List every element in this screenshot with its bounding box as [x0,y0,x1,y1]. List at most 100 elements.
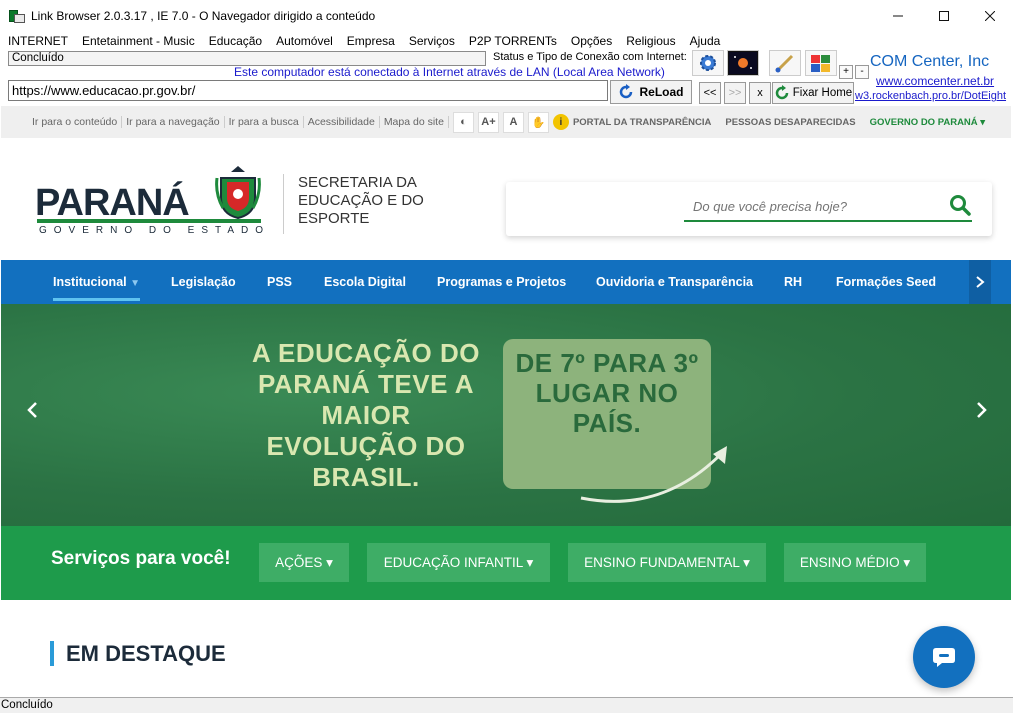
sitemap-link[interactable]: Mapa do site [380,116,449,128]
search-icon[interactable] [949,194,971,216]
site-header: PARANÁ GOVERNO DO ESTADO SECRETARIA DA E… [1,138,1011,260]
chevron-right-icon [976,276,985,288]
services-medio-label: ENSINO MÉDIO [799,555,900,570]
banner-arrow-icon [580,446,727,503]
menu-item-educacao[interactable]: Educação [209,34,262,48]
close-icon [985,10,995,21]
connection-status-title: Status e Tipo de Conexão com Internet: [493,51,687,63]
nav-item-institucional-label: Institucional [53,275,127,289]
menu-item-internet[interactable]: INTERNET [8,34,68,48]
nav-item-rh[interactable]: RH [784,260,802,304]
nav-item-institucional[interactable]: Institucional ▼ [53,260,141,304]
app-icon [9,8,25,24]
brand-secondary-link[interactable]: w3.rockenbach.pro.br/DotEight [855,90,1006,102]
fix-home-button[interactable]: Fixar Home [772,82,854,104]
zoom-out-button[interactable]: - [855,65,869,79]
contrast-icon[interactable]: ◐ [452,111,474,133]
menu-bar: INTERNET Entetainment - Music Educação A… [0,31,720,50]
accessibility-link[interactable]: Acessibilidade [304,116,380,128]
carousel-next-icon[interactable] [971,400,991,420]
nav-item-escola-digital[interactable]: Escola Digital [324,260,406,304]
logo-underline [37,219,261,223]
carousel-prev-icon[interactable] [23,400,43,420]
webpage: Ir para o conteúdo Ir para a navegação I… [1,106,1011,696]
menu-item-opcoes[interactable]: Opções [571,34,612,48]
chat-button[interactable] [913,626,975,688]
services-acoes-label: AÇÕES [275,555,323,570]
info-icon[interactable]: i [552,114,569,130]
maximize-button[interactable] [921,0,967,31]
connection-status-text: Este computador está conectado à Interne… [234,65,665,79]
menu-item-ajuda[interactable]: Ajuda [690,34,721,48]
nav-scroll-right-button[interactable] [969,260,991,304]
services-title: Serviços para você! [51,548,231,569]
menu-item-entertainment[interactable]: Entetainment - Music [82,34,195,48]
sign-language-icon[interactable]: ✋ [527,111,549,133]
skip-to-content-link[interactable]: Ir para o conteúdo [28,116,123,128]
main-nav: Institucional ▼ Legislação PSS Escola Di… [1,260,1011,304]
gov-parana-menu[interactable]: GOVERNO DO PARANÁ ▾ [870,117,985,128]
menu-item-religious[interactable]: Religious [626,34,675,48]
load-status-box: Concluído [8,51,486,66]
fix-home-label: Fixar Home [792,87,853,99]
nav-item-ouvidoria[interactable]: Ouvidoria e Transparência [596,260,753,304]
transparency-portal-link[interactable]: PORTAL DA TRANSPARÊNCIA [573,117,711,128]
skip-to-nav-link[interactable]: Ir para a navegação [122,116,225,128]
secretaria-title[interactable]: SECRETARIA DA EDUCAÇÃO E DO ESPORTE [298,174,458,228]
brand-name: COM Center, Inc [870,53,990,70]
brush-icon [775,54,794,73]
forward-button[interactable]: >> [724,82,746,104]
nav-item-legislacao[interactable]: Legislação [171,260,236,304]
font-increase-button[interactable]: A+ [477,111,499,133]
maximize-icon [939,10,949,21]
chat-icon [933,648,955,667]
gear-icon [700,55,716,71]
missing-persons-link[interactable]: PESSOAS DESAPARECIDAS [725,117,855,128]
minimize-button[interactable] [875,0,921,31]
nav-item-pss[interactable]: PSS [267,260,292,304]
menu-item-empresa[interactable]: Empresa [347,34,395,48]
services-acoes-button[interactable]: AÇÕES ▾ [259,543,349,582]
destaque-accent [50,641,54,666]
menu-item-p2p[interactable]: P2P TORRENTs [469,34,557,48]
accessibility-bar: Ir para o conteúdo Ir para a navegação I… [1,106,1011,138]
brush-tool-button[interactable] [769,50,801,76]
menu-item-automovel[interactable]: Automóvel [276,34,333,48]
refresh-green-icon [775,85,789,100]
reload-label: ReLoad [639,85,684,99]
galaxy-icon [729,52,757,74]
hero-banner[interactable]: A EDUCAÇÃO DO PARANÁ TEVE A MAIOR EVOLUÇ… [1,304,1011,526]
logo-subtitle: GOVERNO DO ESTADO [39,225,271,236]
brand-url-link[interactable]: www.comcenter.net.br [876,74,994,88]
back-button[interactable]: << [699,82,721,104]
header-divider [283,174,284,234]
services-infantil-label: EDUCAÇÃO INFANTIL [383,555,523,570]
services-fundamental-button[interactable]: ENSINO FUNDAMENTAL ▾ [568,543,766,582]
window-title: Link Browser 2.0.3.17 , IE 7.0 - O Naveg… [31,8,376,23]
address-input[interactable]: https://www.educacao.pr.gov.br/ [8,80,608,101]
apps-icon [811,55,830,72]
banner-headline: A EDUCAÇÃO DO PARANÁ TEVE A MAIOR EVOLUÇ… [252,338,480,492]
search-input[interactable] [684,192,972,222]
space-tool-button[interactable] [727,50,759,76]
destaque-heading: EM DESTAQUE [66,641,226,666]
state-crest-icon [215,166,261,220]
skip-to-search-link[interactable]: Ir para a busca [225,116,304,128]
close-button[interactable] [967,0,1013,31]
reload-button[interactable]: ReLoad [610,80,692,104]
services-medio-button[interactable]: ENSINO MÉDIO ▾ [784,543,926,582]
services-infantil-button[interactable]: EDUCAÇÃO INFANTIL ▾ [367,543,550,582]
settings-tool-button[interactable] [692,50,724,76]
refresh-icon [620,84,633,99]
font-default-button[interactable]: A [502,111,524,133]
menu-item-servicos[interactable]: Serviços [409,34,455,48]
search-box [506,182,992,236]
zoom-in-button[interactable]: + [839,65,853,79]
stop-button[interactable]: x [749,82,771,104]
minimize-icon [893,15,903,16]
services-fundamental-label: ENSINO FUNDAMENTAL [584,555,740,570]
browser-window: Link Browser 2.0.3.17 , IE 7.0 - O Naveg… [0,0,1013,713]
apps-tool-button[interactable] [805,50,837,76]
nav-item-programas[interactable]: Programas e Projetos [437,260,566,304]
nav-item-formacoes[interactable]: Formações Seed [836,260,936,304]
